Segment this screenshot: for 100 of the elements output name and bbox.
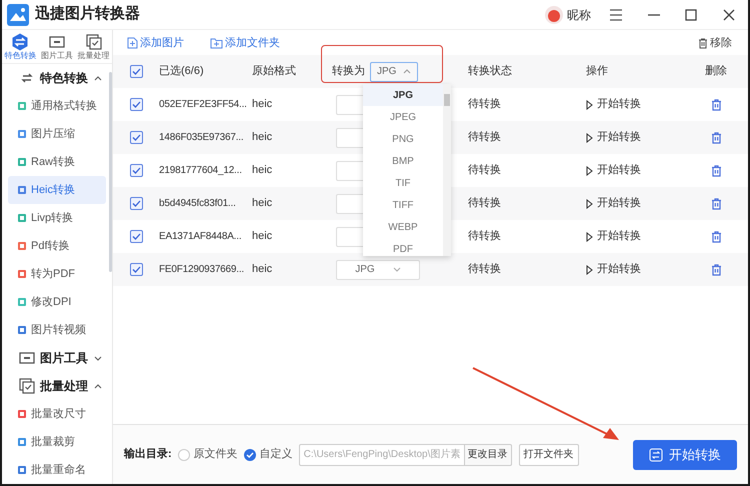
trash-icon xyxy=(698,38,708,48)
play-icon xyxy=(586,166,593,176)
play-icon xyxy=(586,264,593,274)
table-cell-text: 待转换 xyxy=(468,97,501,112)
dropdown-option[interactable]: BMP xyxy=(363,150,443,172)
scrollbar[interactable] xyxy=(443,84,451,256)
sidebar-tab[interactable]: 批量处理 xyxy=(75,30,112,63)
folder-plus-icon xyxy=(210,38,223,48)
table-cell-text: 待转换 xyxy=(468,163,501,178)
dropdown-option[interactable]: PDF xyxy=(363,238,443,256)
radio-option[interactable]: 自定义 xyxy=(244,446,293,463)
checkbox[interactable] xyxy=(130,230,143,243)
dropdown-option[interactable]: JPEG xyxy=(363,106,443,128)
table-cell-text: 21981777604_12... xyxy=(159,164,242,178)
checkbox[interactable] xyxy=(130,131,143,144)
scrollbar-thumb[interactable] xyxy=(444,94,450,106)
dropdown-option[interactable]: JPG xyxy=(363,84,443,106)
table-cell-text: heic xyxy=(252,163,272,178)
sidebar-item[interactable]: 批量改尺寸 xyxy=(8,400,106,428)
start-convert-link[interactable]: 开始转换 xyxy=(586,228,641,245)
swap-icon xyxy=(649,448,663,462)
window-title: 迅捷图片转换器 xyxy=(35,4,140,24)
caret-icon xyxy=(94,356,102,360)
column-header: 转换状态 xyxy=(468,64,512,80)
start-convert-link[interactable]: 开始转换 xyxy=(586,129,641,146)
table-cell-text: 1486F035E97367... xyxy=(159,131,244,145)
sidebar-group[interactable]: 特色转换 xyxy=(8,64,106,92)
dropdown-option[interactable]: TIF xyxy=(363,172,443,194)
table-cell-text: heic xyxy=(252,262,272,278)
table-cell-text: FE0F1290937669... xyxy=(159,263,244,277)
format-select[interactable]: JPG xyxy=(370,62,418,82)
radio-option[interactable]: 原文件夹 xyxy=(178,446,238,463)
start-convert-link[interactable]: 开始转换 xyxy=(586,162,641,179)
sidebar-item[interactable]: 转为PDF xyxy=(8,260,106,288)
dropdown-option[interactable]: WEBP xyxy=(363,216,443,238)
play-icon xyxy=(586,232,593,242)
start-convert-link[interactable]: 开始转换 xyxy=(586,195,641,212)
format-select[interactable]: JPG xyxy=(336,260,420,280)
table-cell-text: 待转换 xyxy=(468,130,501,146)
table-cell-text: 待转换 xyxy=(468,196,501,212)
remove-button[interactable]: 移除 xyxy=(698,34,732,52)
column-header: 删除 xyxy=(705,64,727,80)
sidebar-item[interactable]: 图片转视频 xyxy=(8,316,106,344)
swap-icon xyxy=(11,33,30,51)
delete-icon[interactable] xyxy=(710,264,722,276)
sidebar-item[interactable]: Heic转换 xyxy=(8,176,106,204)
checkbox[interactable] xyxy=(130,197,143,210)
scrollbar[interactable] xyxy=(109,72,112,272)
menu-icon[interactable] xyxy=(609,8,623,20)
sidebar-item[interactable]: Raw转换 xyxy=(8,148,106,176)
file-plus-icon xyxy=(127,37,138,49)
start-convert-link[interactable]: 开始转换 xyxy=(586,261,641,278)
sidebar-group[interactable]: 图片工具 xyxy=(8,344,106,372)
table-cell-text: heic xyxy=(252,196,272,212)
table-cell-text: 待转换 xyxy=(468,229,501,244)
column-header: 转换为 xyxy=(332,64,365,80)
close-icon[interactable] xyxy=(723,8,735,20)
column-header: 已选(6/6) xyxy=(159,64,204,80)
radio-icon xyxy=(178,448,190,460)
change-dir-button[interactable]: 更改目录 xyxy=(464,444,512,466)
avatar-icon xyxy=(545,6,563,24)
caret-icon xyxy=(403,69,411,74)
maximize-icon[interactable] xyxy=(685,8,697,20)
sidebar-group[interactable]: 批量处理 xyxy=(8,372,106,400)
sidebar-item[interactable]: 图片压缩 xyxy=(8,120,106,148)
table-cell-text: 052E7EF2E3FF54... xyxy=(159,98,247,112)
add-folder-button[interactable]: 添加文件夹 xyxy=(210,34,280,52)
sidebar-tab[interactable]: 特色转换 xyxy=(2,30,39,63)
checkbox[interactable] xyxy=(130,98,143,111)
batch-icon xyxy=(84,33,103,51)
dropdown-option[interactable]: TIFF xyxy=(363,194,443,216)
sidebar-tab[interactable]: 图片工具 xyxy=(38,30,76,63)
sidebar-item[interactable]: 通用格式转换 xyxy=(8,92,106,120)
sidebar-item[interactable]: 批量重命名 xyxy=(8,456,106,484)
add-image-button[interactable]: 添加图片 xyxy=(127,34,184,52)
table-cell-text: heic xyxy=(252,130,272,146)
checkbox[interactable] xyxy=(130,263,143,276)
checkbox[interactable] xyxy=(130,164,143,177)
sidebar-item[interactable]: 修改DPI xyxy=(8,288,106,316)
sidebar-item[interactable]: Pdf转换 xyxy=(8,232,106,260)
delete-icon[interactable] xyxy=(710,230,722,242)
checkbox[interactable] xyxy=(130,65,143,78)
sidebar-item[interactable]: 批量裁剪 xyxy=(8,428,106,456)
batch-icon xyxy=(18,377,36,395)
start-button[interactable]: 开始转换 xyxy=(633,440,737,470)
dropdown-option[interactable]: PNG xyxy=(363,128,443,150)
table-cell-text: EA1371AF8448A... xyxy=(159,230,242,244)
caret-icon xyxy=(392,267,401,272)
caret-icon xyxy=(94,76,102,80)
open-folder-button[interactable]: 打开文件夹 xyxy=(518,444,579,466)
output-label: 输出目录: xyxy=(124,446,172,462)
play-icon xyxy=(586,132,593,142)
delete-icon[interactable] xyxy=(710,164,722,176)
delete-icon[interactable] xyxy=(710,98,722,110)
sidebar-item[interactable]: Livp转换 xyxy=(8,204,106,232)
start-convert-link[interactable]: 开始转换 xyxy=(586,96,641,113)
table-cell-text: 待转换 xyxy=(468,262,501,278)
delete-icon[interactable] xyxy=(710,198,722,210)
user-name[interactable]: 昵称 xyxy=(567,6,591,24)
delete-icon[interactable] xyxy=(710,132,722,144)
